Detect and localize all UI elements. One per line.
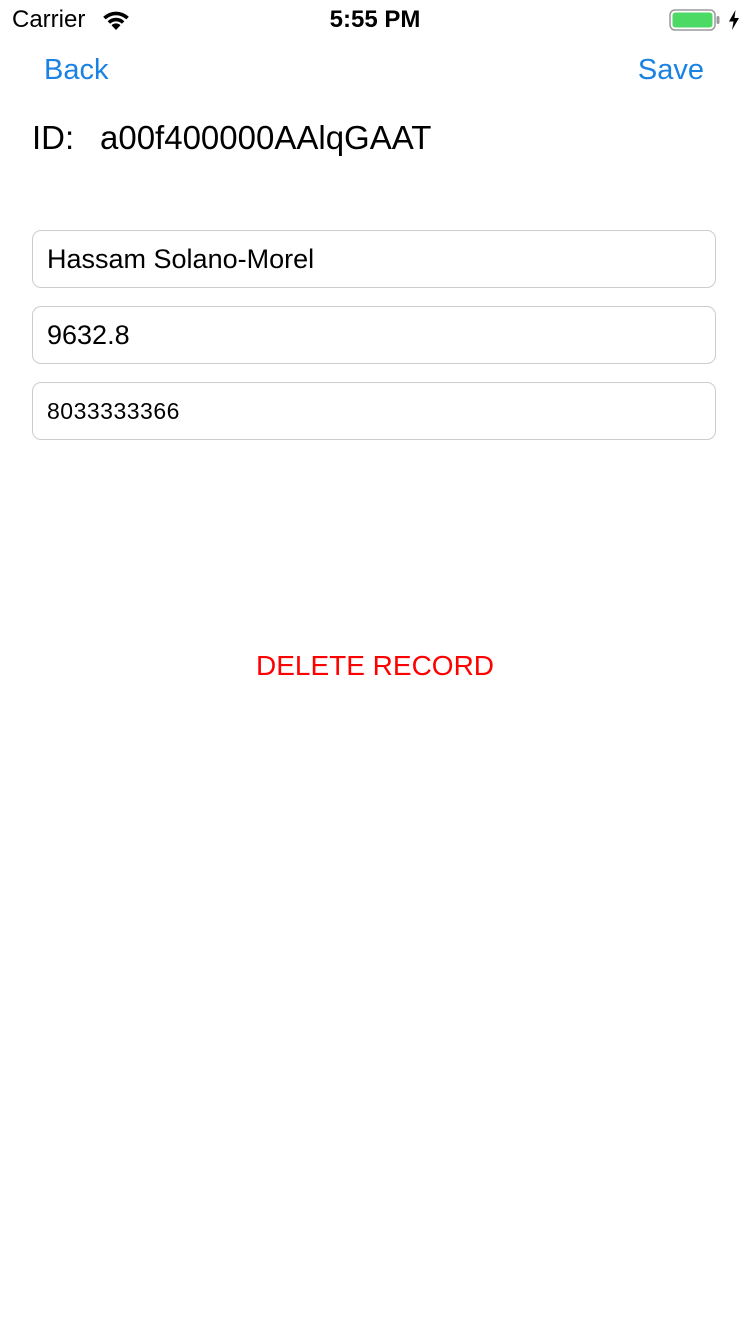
status-bar: Carrier 5:55 PM [0, 0, 750, 40]
back-button[interactable]: Back [44, 52, 108, 88]
phone-field-value: 8033333366 [47, 398, 180, 424]
save-button[interactable]: Save [638, 52, 704, 88]
name-field[interactable]: Hassam Solano-Morel [32, 230, 716, 288]
id-label: ID: [32, 119, 75, 156]
amount-field-value: 9632.8 [47, 320, 130, 350]
battery-icon [669, 9, 720, 31]
record-detail-screen: Carrier 5:55 PM Back Save ID: a00f400000A… [0, 0, 750, 1334]
charging-icon [729, 10, 739, 30]
delete-record-button[interactable]: DELETE RECORD [0, 648, 750, 684]
record-id-row: ID: a00f400000AAlqGAAT [32, 118, 431, 158]
phone-field[interactable]: 8033333366 [32, 382, 716, 440]
id-value: a00f400000AAlqGAAT [100, 119, 432, 156]
clock: 5:55 PM [329, 6, 421, 33]
name-field-value: Hassam Solano-Morel [47, 244, 315, 274]
amount-field[interactable]: 9632.8 [32, 306, 716, 364]
